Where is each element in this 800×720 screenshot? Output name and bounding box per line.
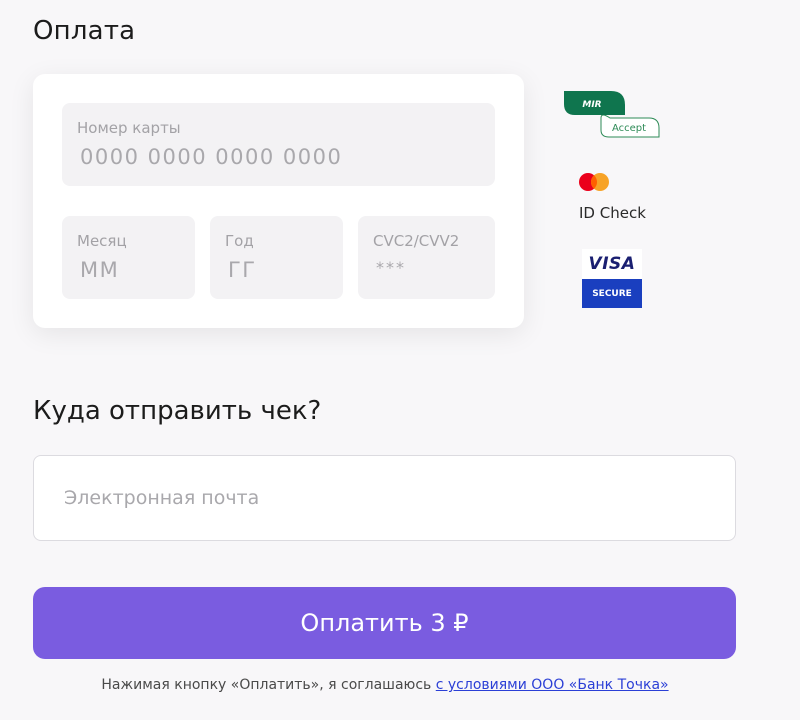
cvc-placeholder: *** (376, 258, 406, 277)
mastercard-id-check-text: ID Check (579, 204, 646, 222)
email-field[interactable]: Электронная почта (33, 455, 736, 541)
visa-logo-text: VISA (582, 249, 642, 279)
page-title: Оплата (33, 16, 136, 46)
terms-text: Нажимая кнопку «Оплатить», я соглашаюсь (101, 677, 432, 693)
card-number-placeholder: 0000 0000 0000 0000 (80, 145, 343, 169)
visa-secure-text: SECURE (582, 279, 642, 308)
pay-button[interactable]: Оплатить 3 ₽ (33, 587, 736, 659)
terms-notice: Нажимая кнопку «Оплатить», я соглашаюсь … (0, 677, 770, 693)
month-field[interactable]: Месяц ММ (62, 216, 195, 299)
card-form: Номер карты 0000 0000 0000 0000 Месяц ММ… (33, 74, 524, 328)
mir-accept-logo-icon: MIR Accept (563, 90, 663, 140)
visa-secure-logo-icon: VISA SECURE (582, 249, 642, 309)
mir-logo-text: MIR (582, 100, 601, 110)
email-placeholder: Электронная почта (64, 487, 260, 509)
cvc-label: CVC2/CVV2 (373, 232, 460, 250)
card-number-label: Номер карты (77, 119, 181, 137)
terms-link[interactable]: с условиями ООО «Банк Точка» (436, 677, 669, 693)
month-placeholder: ММ (80, 258, 120, 282)
mastercard-logo-icon: ID Check (579, 172, 659, 224)
year-placeholder: ГГ (228, 258, 257, 282)
mir-accept-text: Accept (612, 123, 646, 134)
card-number-field[interactable]: Номер карты 0000 0000 0000 0000 (62, 103, 495, 186)
year-field[interactable]: Год ГГ (210, 216, 343, 299)
year-label: Год (225, 232, 254, 250)
month-label: Месяц (77, 232, 127, 250)
receipt-title: Куда отправить чек? (33, 396, 322, 426)
cvc-field[interactable]: CVC2/CVV2 *** (358, 216, 495, 299)
